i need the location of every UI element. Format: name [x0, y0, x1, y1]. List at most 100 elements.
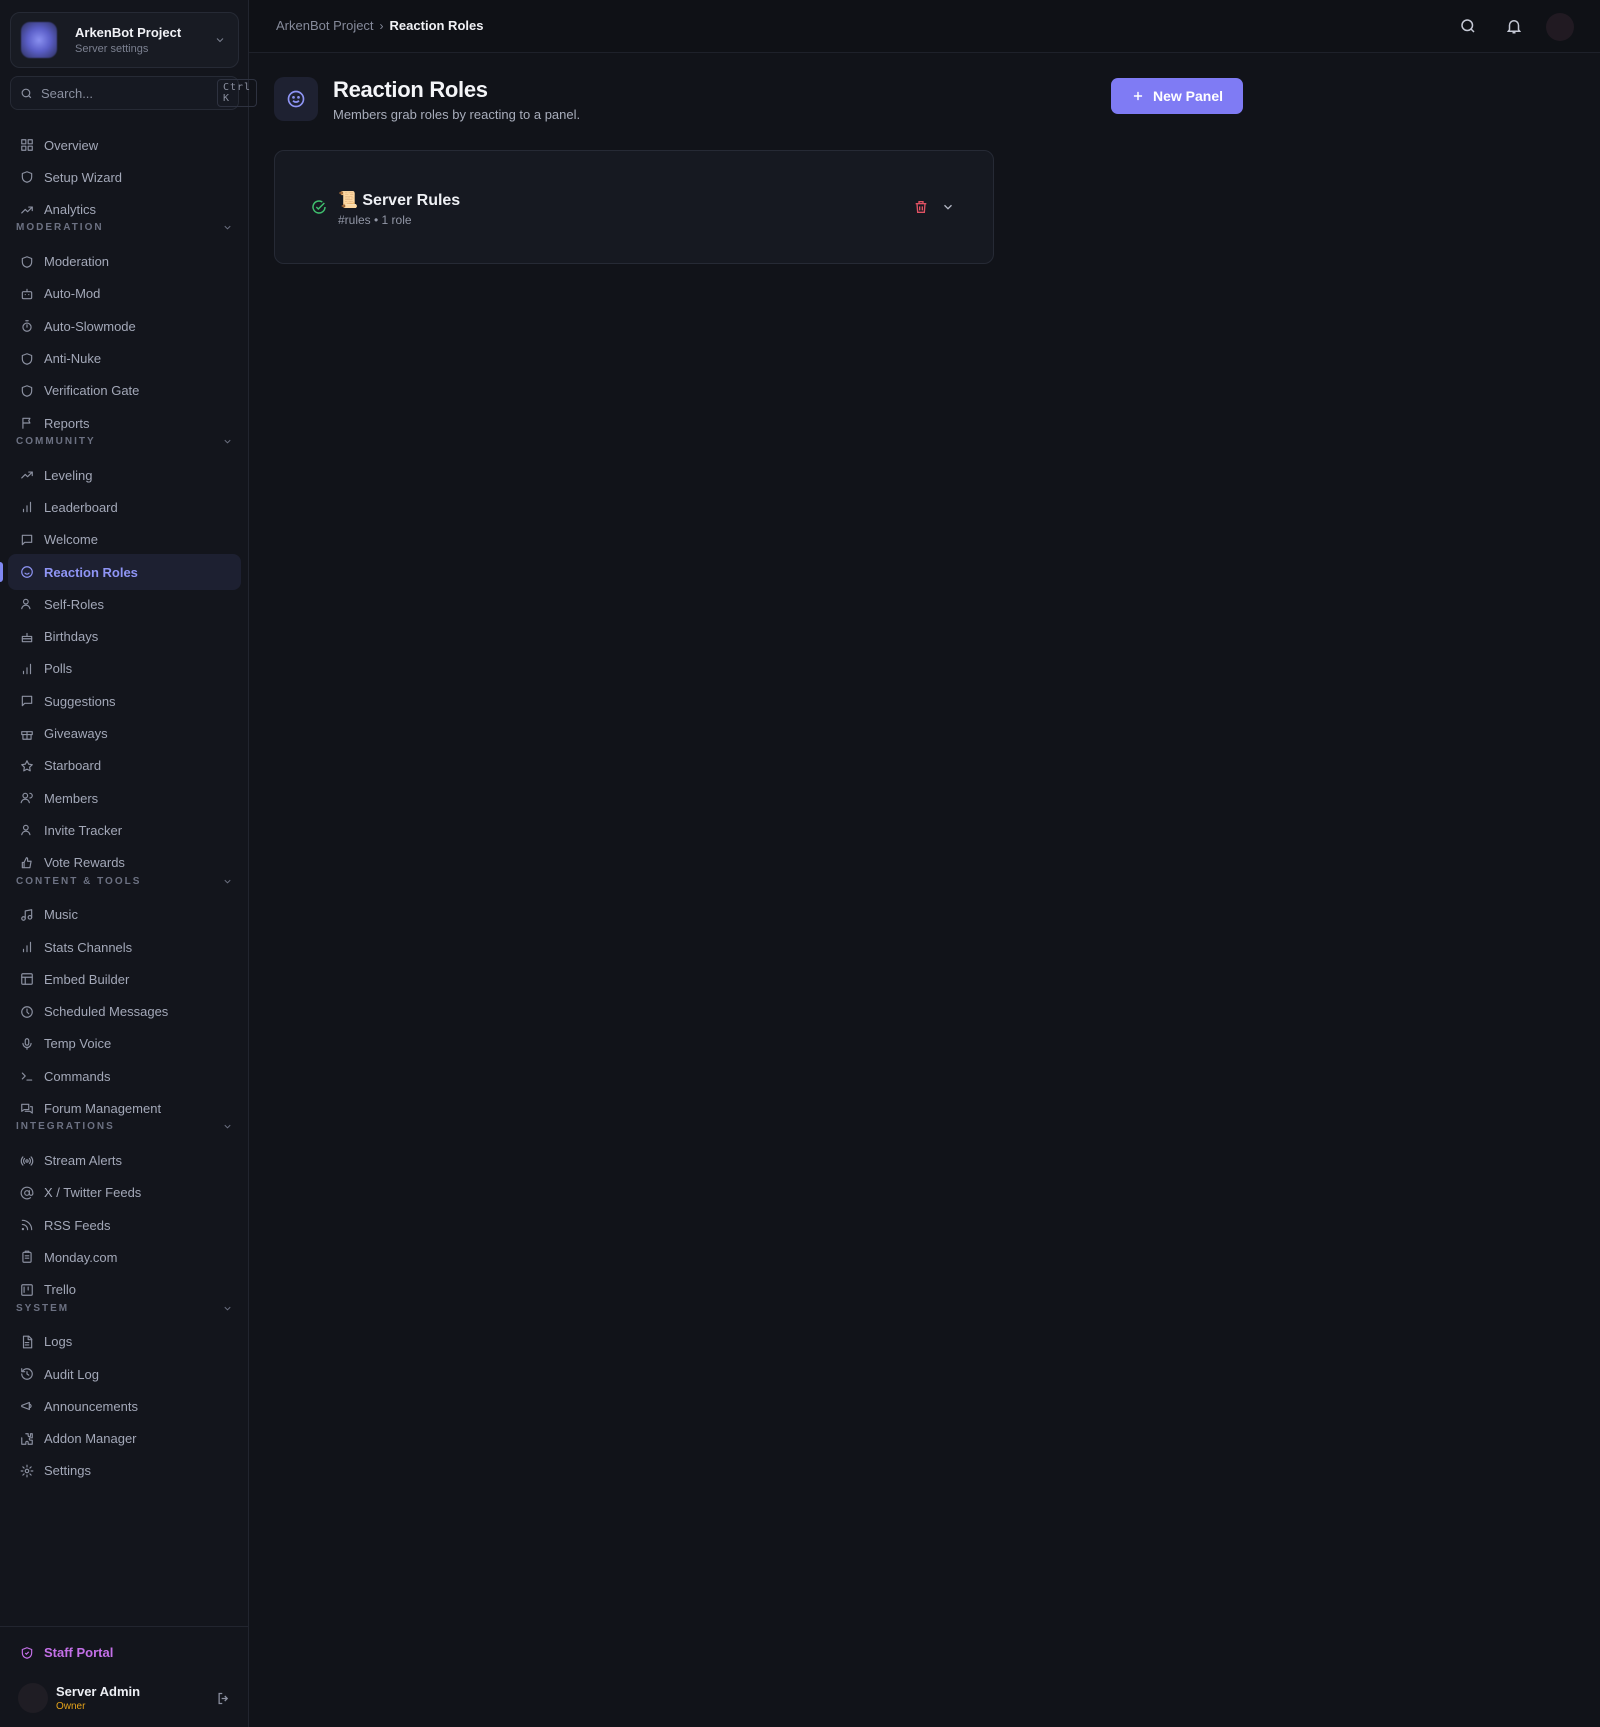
sidebar-item-label: Invite Tracker	[44, 822, 123, 838]
sidebar-item-overview[interactable]: Overview	[8, 127, 241, 163]
user-avatar-menu[interactable]	[1546, 13, 1574, 41]
chart-icon	[21, 206, 33, 214]
bar-chart-icon	[22, 663, 32, 675]
sidebar-item-anti-nuke[interactable]: Anti-Nuke	[8, 341, 241, 377]
nav-section-integrations[interactable]: INTEGRATIONS	[16, 1119, 233, 1135]
search-icon[interactable]	[1459, 17, 1477, 35]
sidebar-item-label: Reports	[44, 415, 90, 431]
sidebar-item-welcome[interactable]: Welcome	[8, 522, 241, 558]
sidebar-item-label: Leaderboard	[44, 499, 118, 515]
sidebar-item-monday-com[interactable]: Monday.com	[8, 1239, 241, 1275]
sidebar-item-label: Announcements	[44, 1398, 138, 1414]
sidebar-item-label: Self-Roles	[44, 596, 104, 612]
sidebar-item-label: Monday.com	[44, 1249, 118, 1265]
sidebar-item-scheduled-messages[interactable]: Scheduled Messages	[8, 994, 241, 1030]
page-subtitle: Members grab roles by reacting to a pane…	[333, 107, 581, 122]
bell-icon[interactable]	[1505, 17, 1523, 35]
breadcrumb-current: Reaction Roles	[389, 18, 484, 33]
chevron-down-icon	[224, 879, 231, 884]
sidebar-item-addon-manager[interactable]: Addon Manager	[8, 1421, 241, 1457]
nav-section-moderation[interactable]: MODERATION	[16, 220, 233, 236]
sidebar-item-rss-feeds[interactable]: RSS Feeds	[8, 1207, 241, 1243]
sidebar-item-label: Overview	[44, 137, 99, 153]
panel-meta: #rules • 1 role	[338, 213, 412, 227]
sidebar-item-label: Trello	[44, 1282, 77, 1298]
sidebar-item-stats-channels[interactable]: Stats Channels	[8, 929, 241, 965]
sidebar-item-suggestions[interactable]: Suggestions	[8, 683, 241, 719]
sidebar-item-setup-wizard[interactable]: Setup Wizard	[8, 159, 241, 195]
sidebar-item-label: Suggestions	[44, 693, 116, 709]
at-sign-icon	[20, 1186, 34, 1200]
page-icon	[274, 77, 318, 121]
sidebar-item-invite-tracker[interactable]: Invite Tracker	[8, 812, 241, 848]
sidebar-item-commands[interactable]: Commands	[8, 1058, 241, 1094]
user-icon	[21, 599, 31, 610]
sidebar-item-birthdays[interactable]: Birthdays	[8, 619, 241, 655]
sidebar-item-logs[interactable]: Logs	[8, 1324, 241, 1360]
trash-icon[interactable]	[913, 199, 929, 215]
sidebar-item-starboard[interactable]: Starboard	[8, 748, 241, 784]
clipboard-icon	[22, 1250, 32, 1264]
sidebar-item-embed-builder[interactable]: Embed Builder	[8, 961, 241, 997]
server-subtitle: Server settings	[75, 42, 149, 55]
logout-icon[interactable]	[216, 1691, 231, 1706]
rss-icon	[21, 1219, 33, 1231]
sidebar-item-giveaways[interactable]: Giveaways	[8, 716, 241, 752]
sidebar-item-reaction-roles[interactable]: Reaction Roles	[0, 554, 241, 590]
sidebar-item-temp-voice[interactable]: Temp Voice	[8, 1026, 241, 1062]
sidebar-item-label: Members	[44, 790, 99, 806]
sidebar-item-leveling[interactable]: Leveling	[8, 457, 241, 493]
reaction-panel-card[interactable]: 📜 Server Rules #rules • 1 role	[274, 150, 994, 264]
radio-icon	[20, 1155, 34, 1166]
sidebar-item-label: Welcome	[44, 532, 98, 548]
clock-icon	[21, 1005, 33, 1018]
smile-icon	[287, 90, 305, 108]
sidebar-item-announcements[interactable]: Announcements	[8, 1388, 241, 1424]
sidebar-item-leaderboard[interactable]: Leaderboard	[8, 489, 241, 525]
sidebar-item-auto-slowmode[interactable]: Auto-Slowmode	[8, 308, 241, 344]
chevron-right-icon: ›	[379, 18, 384, 33]
server-switcher[interactable]: ArkenBot Project Server settings	[10, 12, 239, 68]
chevron-down-icon	[224, 226, 231, 230]
sidebar-item-stream-alerts[interactable]: Stream Alerts	[8, 1143, 241, 1179]
staff-portal-link[interactable]: Staff Portal	[20, 1645, 113, 1660]
sidebar-item-label: Audit Log	[44, 1366, 99, 1382]
sidebar-item-label: Addon Manager	[44, 1431, 137, 1447]
main-content: ArkenBot Project › Reaction Roles Reacti…	[249, 0, 1600, 1727]
sidebar-item-label: Settings	[44, 1463, 91, 1479]
thumbs-up-icon	[21, 856, 32, 868]
sidebar-item-members[interactable]: Members	[8, 780, 241, 816]
terminal-icon	[21, 1072, 33, 1081]
puzzle-icon	[21, 1432, 33, 1445]
nav-section-community[interactable]: COMMUNITY	[16, 433, 233, 449]
sidebar-item-label: Auto-Mod	[44, 286, 101, 302]
sidebar-item-audit-log[interactable]: Audit Log	[8, 1356, 241, 1392]
nav-section-system[interactable]: SYSTEM	[16, 1300, 233, 1316]
server-name: ArkenBot Project	[75, 24, 182, 40]
new-panel-button[interactable]: New Panel	[1111, 78, 1243, 114]
bar-chart-icon	[22, 502, 32, 513]
search-input[interactable]	[41, 85, 217, 101]
nav-section-content-tools[interactable]: CONTENT & TOOLS	[16, 873, 233, 889]
check-circle-icon	[312, 200, 326, 214]
sidebar-item-verification-gate[interactable]: Verification Gate	[8, 373, 241, 409]
trending-icon	[21, 471, 33, 479]
sidebar-item-label: Starboard	[44, 758, 102, 774]
sidebar-item-x-twitter-feeds[interactable]: X / Twitter Feeds	[8, 1175, 241, 1211]
sidebar-item-label: Commands	[44, 1068, 111, 1084]
chevron-down-icon[interactable]	[941, 200, 955, 214]
sidebar-item-polls[interactable]: Polls	[8, 651, 241, 687]
sidebar: ArkenBot Project Server settings Ctrl K …	[0, 0, 258, 1727]
sidebar-item-music[interactable]: Music	[8, 897, 241, 933]
shield-icon	[21, 171, 33, 184]
sidebar-item-settings[interactable]: Settings	[8, 1453, 241, 1489]
history-icon	[21, 1368, 33, 1380]
breadcrumb-root[interactable]: ArkenBot Project	[276, 18, 374, 33]
smile-icon	[21, 566, 33, 578]
sidebar-item-self-roles[interactable]: Self-Roles	[8, 586, 241, 622]
user-plus-icon	[21, 825, 31, 836]
sidebar-item-auto-mod[interactable]: Auto-Mod	[8, 276, 241, 312]
sidebar-item-label: Analytics	[44, 202, 97, 218]
sidebar-item-moderation[interactable]: Moderation	[8, 244, 241, 280]
sidebar-item-label: Anti-Nuke	[44, 351, 102, 366]
